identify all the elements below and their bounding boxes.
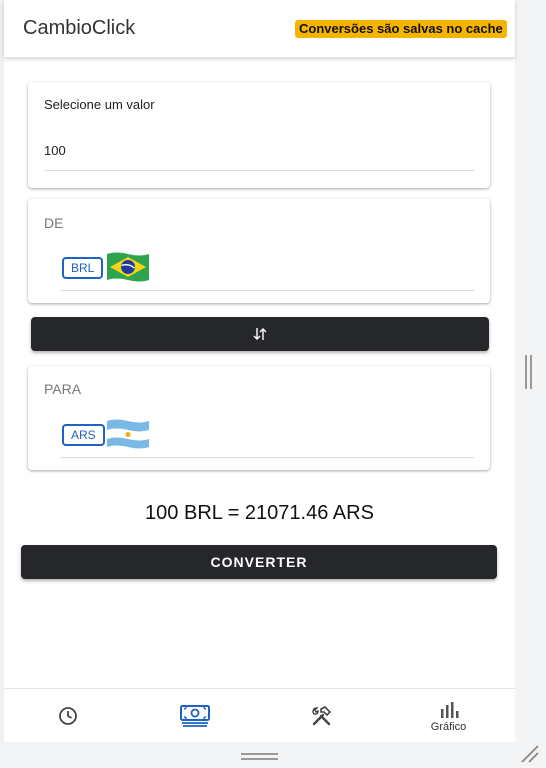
from-label: DE [44, 215, 64, 231]
argentina-flag-icon[interactable] [104, 417, 152, 451]
cache-notice-badge: Conversões são salvas no cache [295, 20, 507, 38]
brazil-flag-icon[interactable] [104, 250, 152, 284]
app-window: CambioClick Conversões são salvas no cac… [4, 0, 515, 742]
nav-chart[interactable]: Gráfico [385, 689, 512, 743]
amount-label: Selecione um valor [44, 97, 155, 112]
vertical-resize-handle[interactable] [525, 355, 532, 389]
conversion-result: 100 BRL = 21071.46 ARS [145, 502, 374, 524]
from-currency-card: DE BRL [28, 199, 490, 303]
amount-input-underline [44, 170, 474, 171]
nav-converter[interactable] [131, 689, 258, 743]
amount-card: Selecione um valor 100 [28, 82, 490, 188]
from-underline [60, 290, 474, 291]
tools-icon [311, 706, 331, 726]
convert-button[interactable]: CONVERTER [21, 545, 497, 579]
history-clock-icon [58, 707, 77, 725]
to-currency-code[interactable]: ARS [62, 424, 105, 446]
to-currency-card: PARA ARS [28, 366, 490, 470]
bottom-navigation: Gráfico [4, 688, 515, 742]
nav-chart-label: Gráfico [430, 720, 467, 733]
swap-currencies-button[interactable] [31, 317, 489, 351]
nav-tools[interactable] [258, 689, 385, 743]
amount-input[interactable]: 100 [44, 143, 66, 158]
swap-vertical-icon [253, 328, 267, 340]
app-title: CambioClick [23, 17, 136, 39]
to-underline [60, 457, 474, 458]
money-icon [179, 705, 210, 727]
top-app-bar: CambioClick Conversões são salvas no cac… [4, 0, 515, 57]
nav-history[interactable] [4, 689, 131, 743]
bar-chart-icon [440, 701, 458, 718]
resize-grip-icon[interactable] [520, 744, 540, 764]
to-label: PARA [44, 381, 82, 397]
horizontal-resize-handle[interactable] [241, 753, 278, 760]
from-currency-code[interactable]: BRL [62, 257, 104, 279]
